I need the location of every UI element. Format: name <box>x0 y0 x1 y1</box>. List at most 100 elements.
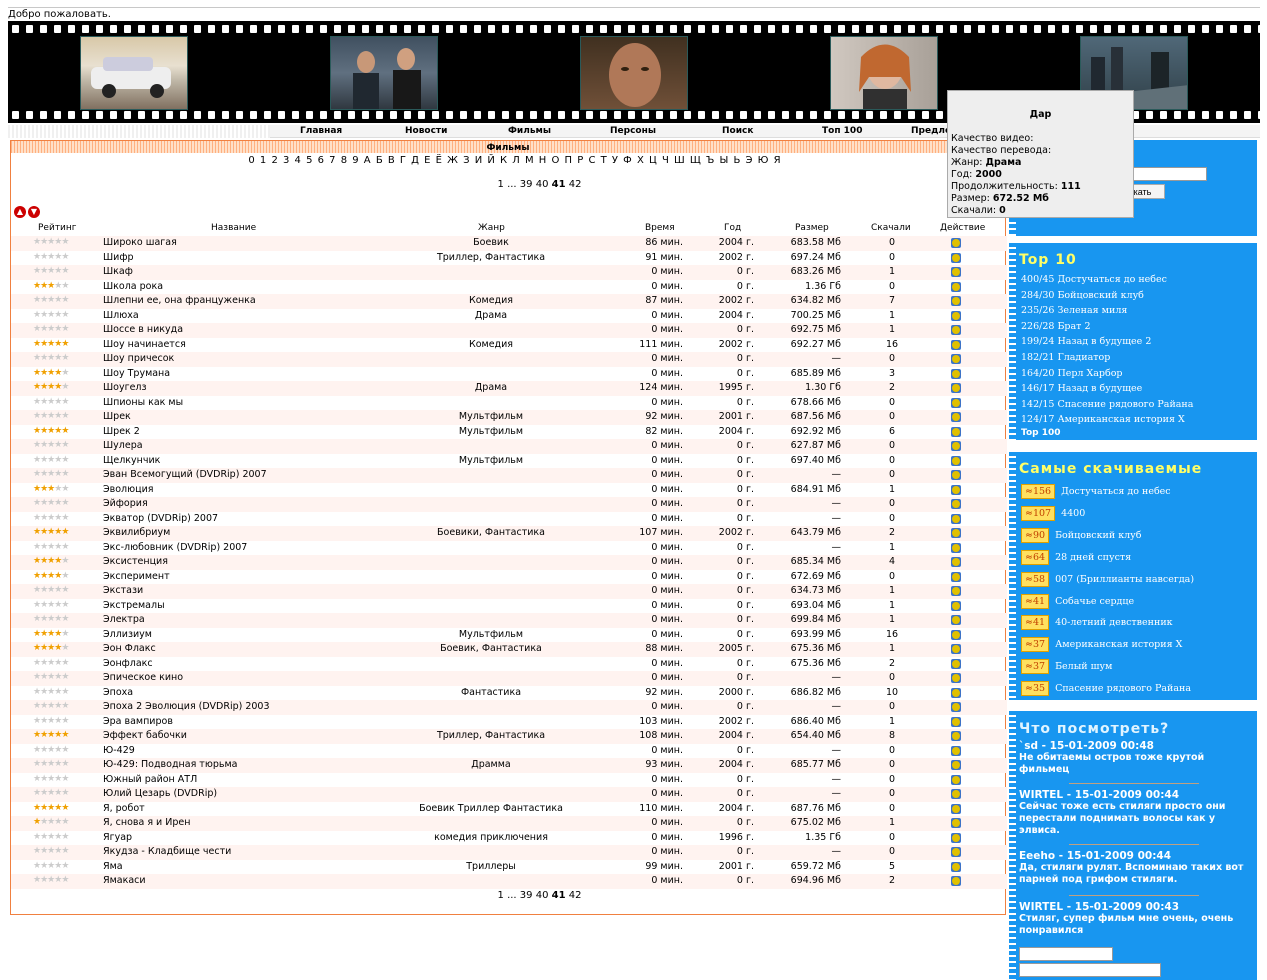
info-icon[interactable] <box>951 557 961 567</box>
film-name[interactable]: Экстремалы <box>103 600 165 611</box>
col-name[interactable]: Название <box>211 223 256 233</box>
film-name[interactable]: Ягуар <box>103 832 132 843</box>
top10-item[interactable]: 400/45 Достучаться до небес <box>1021 274 1167 285</box>
page-link[interactable]: 39 <box>520 179 533 190</box>
film-name[interactable]: Южный район АТЛ <box>103 774 197 785</box>
film-name[interactable]: Я, снова я и Ирен <box>103 817 190 828</box>
page-link[interactable]: 42 <box>569 890 582 901</box>
info-icon[interactable] <box>951 571 961 582</box>
film-name[interactable]: Шоу начинается <box>103 339 186 350</box>
most-downloaded-item[interactable]: ≈107 4400 <box>1021 505 1085 521</box>
film-name[interactable]: Эйфория <box>103 498 148 509</box>
film-name[interactable]: Яма <box>103 861 123 872</box>
info-icon[interactable] <box>951 484 961 495</box>
top100-link[interactable]: Top 100 <box>1021 428 1061 438</box>
comment-header[interactable]: `sd - 15-01-2009 00:48 <box>1019 740 1255 752</box>
film-name[interactable]: Шоу причесок <box>103 353 174 364</box>
top10-item[interactable]: 235/26 Зеленая миля <box>1021 305 1127 316</box>
film-name[interactable]: Я, робот <box>103 803 145 814</box>
info-icon[interactable] <box>951 716 961 727</box>
most-downloaded-item[interactable]: ≈41 40-летний девственник <box>1021 615 1173 631</box>
nav-home[interactable]: Главная <box>300 126 342 136</box>
page-link[interactable]: 1 <box>498 179 504 190</box>
most-downloaded-item[interactable]: ≈156 Достучаться до небес <box>1021 484 1171 499</box>
film-name[interactable]: Эксистенция <box>103 556 168 567</box>
col-time[interactable]: Время <box>645 223 675 233</box>
info-icon[interactable] <box>951 499 961 509</box>
most-downloaded-item[interactable]: ≈41 Собачье сердце <box>1021 593 1134 609</box>
info-icon[interactable] <box>951 383 961 393</box>
film-name[interactable]: Шоссе в никуда <box>103 324 183 335</box>
film-name[interactable]: Ю-429 <box>103 745 135 756</box>
info-icon[interactable] <box>951 542 961 553</box>
most-downloaded-item[interactable]: ≈64 28 дней спустя <box>1021 549 1131 565</box>
most-downloaded-item[interactable]: ≈37 Американская история Х <box>1021 637 1182 653</box>
nav-news[interactable]: Новости <box>405 126 447 136</box>
film-name[interactable]: Ямакаси <box>103 875 146 886</box>
info-icon[interactable] <box>951 673 961 683</box>
most-downloaded-item[interactable]: ≈90 Бойцовский клуб <box>1021 527 1142 543</box>
film-name[interactable]: Эквилибриум <box>103 527 170 538</box>
film-name[interactable]: Шкаф <box>103 266 133 277</box>
film-name[interactable]: Шрек <box>103 411 131 422</box>
sort-up-icon[interactable]: ▲ <box>14 206 26 218</box>
col-rating[interactable]: Рейтинг <box>38 223 77 233</box>
film-name[interactable]: Шрек 2 <box>103 426 140 437</box>
film-name[interactable]: Шифр <box>103 252 134 263</box>
info-icon[interactable] <box>951 310 961 321</box>
top10-item[interactable]: 142/15 Спасение рядового Райана <box>1021 399 1193 410</box>
comment-name-input[interactable] <box>1019 947 1113 961</box>
sort-down-icon[interactable]: ▼ <box>28 206 40 218</box>
info-icon[interactable] <box>951 368 961 379</box>
nav-search[interactable]: Поиск <box>722 126 753 136</box>
info-icon[interactable] <box>951 513 961 524</box>
info-icon[interactable] <box>951 803 961 814</box>
film-name[interactable]: Электра <box>103 614 145 625</box>
film-name[interactable]: Щелкунчик <box>103 455 160 466</box>
film-name[interactable]: Эволюция <box>103 484 153 495</box>
film-name[interactable]: Эпическое кино <box>103 672 183 683</box>
nav-persons[interactable]: Персоны <box>610 126 656 136</box>
film-name[interactable]: Шлюха <box>103 310 139 321</box>
film-name[interactable]: Шоу Трумана <box>103 368 170 379</box>
film-name[interactable]: Эонфлакс <box>103 658 153 669</box>
alphabet-filter[interactable]: 0 1 2 3 4 5 6 7 8 9 А Б В Г Д Е Ё Ж З И … <box>11 155 1019 166</box>
info-icon[interactable] <box>951 847 961 857</box>
info-icon[interactable] <box>951 876 961 886</box>
top10-item[interactable]: 284/30 Бойцовский клуб <box>1021 290 1144 301</box>
page-link[interactable]: 40 <box>536 179 549 190</box>
info-icon[interactable] <box>951 470 961 480</box>
info-icon[interactable] <box>951 441 961 451</box>
col-genre[interactable]: Жанр <box>478 223 505 233</box>
info-icon[interactable] <box>951 426 961 437</box>
film-name[interactable]: Эон Флакс <box>103 643 156 654</box>
top10-item[interactable]: 164/20 Перл Харбор <box>1021 368 1123 379</box>
col-size[interactable]: Размер <box>795 223 829 233</box>
film-name[interactable]: Шоугелз <box>103 382 147 393</box>
film-name[interactable]: Эпоха 2 Эволюция (DVDRip) 2003 <box>103 701 270 712</box>
info-icon[interactable] <box>951 528 961 538</box>
info-icon[interactable] <box>951 267 961 277</box>
film-name[interactable]: Эллизиум <box>103 629 152 640</box>
film-name[interactable]: Шпионы как мы <box>103 397 183 408</box>
film-name[interactable]: Эффект бабочки <box>103 730 187 741</box>
film-name[interactable]: Эксперимент <box>103 571 170 582</box>
info-icon[interactable] <box>951 412 961 422</box>
comment-header[interactable]: Eeeho - 15-01-2009 00:44 <box>1019 850 1255 862</box>
info-icon[interactable] <box>951 760 961 770</box>
film-name[interactable]: Юлий Цезарь (DVDRip) <box>103 788 217 799</box>
film-name[interactable]: Шлепни ее, она француженка <box>103 295 256 306</box>
nav-films[interactable]: Фильмы <box>508 126 551 136</box>
info-icon[interactable] <box>951 658 961 669</box>
comment-text-input[interactable] <box>1019 963 1161 977</box>
top10-item[interactable]: 182/21 Гладиатор <box>1021 352 1110 363</box>
info-icon[interactable] <box>951 600 961 611</box>
info-icon[interactable] <box>951 774 961 785</box>
top10-item[interactable]: 124/17 Американская история Х <box>1021 414 1185 425</box>
col-downloads[interactable]: Скачали <box>871 223 911 233</box>
info-icon[interactable] <box>951 397 961 408</box>
info-icon[interactable] <box>951 325 961 335</box>
info-icon[interactable] <box>951 455 961 466</box>
col-year[interactable]: Год <box>724 223 741 233</box>
info-icon[interactable] <box>951 745 961 756</box>
